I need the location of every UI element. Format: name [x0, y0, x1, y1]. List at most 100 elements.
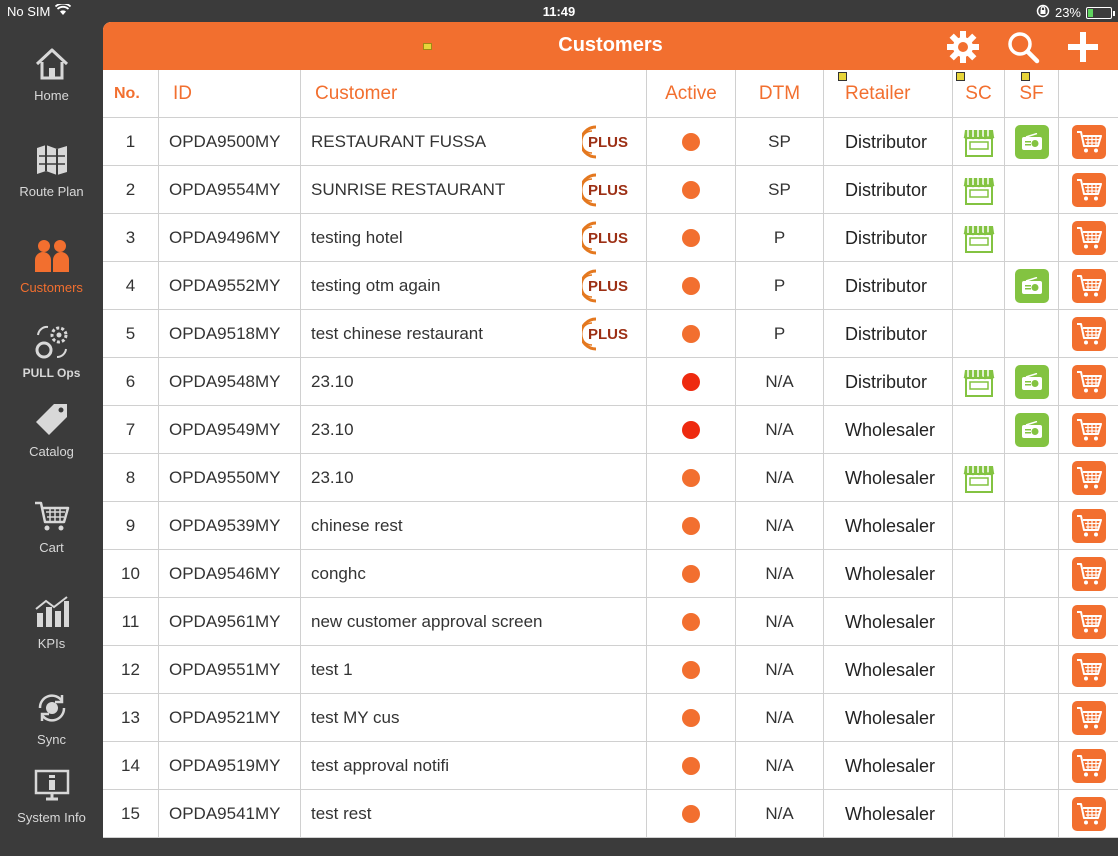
table-row[interactable]: 8 OPDA9550MY 23.10 N/A Wholesaler	[103, 454, 1118, 502]
cell-id: OPDA9521MY	[159, 694, 301, 742]
cell-sf[interactable]	[1005, 358, 1059, 406]
svg-text:PLUS: PLUS	[588, 326, 628, 343]
table-row[interactable]: 1 OPDA9500MY RESTAURANT FUSSA PLUS SP Distrib…	[103, 118, 1118, 166]
cell-sc[interactable]	[953, 166, 1005, 214]
add-to-cart-button[interactable]	[1071, 557, 1106, 591]
cell-id: OPDA9561MY	[159, 598, 301, 646]
column-header-id[interactable]: ID	[159, 70, 301, 118]
sf-button[interactable]	[1014, 269, 1049, 303]
sidebar-item-sync[interactable]: Sync	[0, 688, 103, 778]
sf-button[interactable]	[1014, 413, 1049, 447]
sf-button[interactable]	[1014, 125, 1049, 159]
table-row[interactable]: 13 OPDA9521MY test MY cus N/A Wholesaler	[103, 694, 1118, 742]
cell-id: OPDA9546MY	[159, 550, 301, 598]
cell-sf	[1005, 550, 1059, 598]
add-to-cart-button[interactable]	[1071, 125, 1106, 159]
status-time: 11:49	[542, 4, 576, 19]
add-to-cart-button[interactable]	[1071, 365, 1106, 399]
map-icon	[32, 140, 72, 180]
customer-name: test approval notifi	[311, 756, 449, 775]
sf-button[interactable]	[1014, 365, 1049, 399]
sidebar-item-cart[interactable]: Cart	[0, 496, 103, 586]
radio-icon	[1021, 421, 1042, 438]
cell-retailer: Wholesaler	[824, 790, 953, 838]
column-header-sc[interactable]: SC	[953, 70, 1005, 118]
add-to-cart-icon	[1076, 755, 1102, 777]
cell-cart	[1059, 502, 1118, 550]
add-to-cart-icon	[1076, 563, 1102, 585]
cell-no: 4	[103, 262, 159, 310]
add-to-cart-button[interactable]	[1071, 605, 1106, 639]
cell-sf[interactable]	[1005, 406, 1059, 454]
kpi-chart-icon	[32, 592, 72, 632]
sidebar-item-kpis[interactable]: KPIs	[0, 592, 103, 682]
add-to-cart-button[interactable]	[1071, 461, 1106, 495]
customer-name: testing otm again	[311, 276, 441, 295]
add-to-cart-icon	[1076, 659, 1102, 681]
column-header-sf[interactable]: SF	[1005, 70, 1059, 118]
add-to-cart-button[interactable]	[1071, 269, 1106, 303]
column-header-no[interactable]: No.	[103, 70, 159, 118]
cell-sc[interactable]	[953, 214, 1005, 262]
add-to-cart-button[interactable]	[1071, 701, 1106, 735]
cell-id: OPDA9518MY	[159, 310, 301, 358]
table-row[interactable]: 6 OPDA9548MY 23.10 N/A Distributor	[103, 358, 1118, 406]
cell-sf	[1005, 502, 1059, 550]
sidebar-item-customers[interactable]: Customers	[0, 236, 103, 326]
cell-customer: test MY cus	[301, 694, 647, 742]
cell-sc	[953, 694, 1005, 742]
table-row[interactable]: 7 OPDA9549MY 23.10 N/A Wholesaler	[103, 406, 1118, 454]
table-row[interactable]: 10 OPDA9546MY conghc N/A Wholesaler	[103, 550, 1118, 598]
cell-customer: 23.10	[301, 454, 647, 502]
sidebar-item-label: Route Plan	[19, 184, 84, 199]
add-to-cart-button[interactable]	[1071, 509, 1106, 543]
settings-button[interactable]	[945, 29, 981, 65]
column-header-retailer[interactable]: Retailer	[824, 70, 953, 118]
add-to-cart-button[interactable]	[1071, 317, 1106, 351]
add-to-cart-icon	[1076, 707, 1102, 729]
table-row[interactable]: 15 OPDA9541MY test rest N/A Wholesaler	[103, 790, 1118, 838]
cell-sf	[1005, 166, 1059, 214]
status-dot	[682, 469, 700, 487]
sidebar-item-pull-ops[interactable]: PULL Ops	[0, 322, 103, 412]
cell-dtm: N/A	[736, 550, 824, 598]
cell-customer: new customer approval screen	[301, 598, 647, 646]
add-to-cart-button[interactable]	[1071, 653, 1106, 687]
add-to-cart-icon	[1076, 227, 1102, 249]
cell-sf[interactable]	[1005, 262, 1059, 310]
column-header-active[interactable]: Active	[647, 70, 736, 118]
add-to-cart-button[interactable]	[1071, 221, 1106, 255]
table-row[interactable]: 3 OPDA9496MY testing hotel PLUS P Distributor	[103, 214, 1118, 262]
cell-no: 13	[103, 694, 159, 742]
add-to-cart-button[interactable]	[1071, 173, 1106, 207]
cell-sc[interactable]	[953, 454, 1005, 502]
sidebar-item-home[interactable]: Home	[0, 44, 103, 134]
column-header-customer[interactable]: Customer	[301, 70, 647, 118]
cell-cart	[1059, 310, 1118, 358]
table-row[interactable]: 9 OPDA9539MY chinese rest N/A Wholesaler	[103, 502, 1118, 550]
cell-sc[interactable]	[953, 118, 1005, 166]
sidebar-item-route-plan[interactable]: Route Plan	[0, 140, 103, 230]
table-row[interactable]: 2 OPDA9554MY SUNRISE RESTAURANT PLUS SP Distr…	[103, 166, 1118, 214]
plus-badge-icon: PLUS	[582, 269, 628, 303]
table-row[interactable]: 14 OPDA9519MY test approval notifi N/A Whole…	[103, 742, 1118, 790]
table-row[interactable]: 12 OPDA9551MY test 1 N/A Wholesaler	[103, 646, 1118, 694]
table-row[interactable]: 5 OPDA9518MY test chinese restaurant PLUS P D…	[103, 310, 1118, 358]
cell-no: 9	[103, 502, 159, 550]
cell-active	[647, 550, 736, 598]
sidebar-item-catalog[interactable]: Catalog	[0, 400, 103, 490]
table-row[interactable]: 11 OPDA9561MY new customer approval screen…	[103, 598, 1118, 646]
sidebar-item-system-info[interactable]: System Info	[0, 766, 103, 856]
add-to-cart-button[interactable]	[1071, 797, 1106, 831]
status-bar: No SIM 11:49 23%	[0, 0, 1118, 22]
cell-sc[interactable]	[953, 358, 1005, 406]
table-row[interactable]: 4 OPDA9552MY testing otm again PLUS P Distrib…	[103, 262, 1118, 310]
add-to-cart-button[interactable]	[1071, 749, 1106, 783]
gear-icon	[947, 31, 979, 63]
cell-sf[interactable]	[1005, 118, 1059, 166]
add-to-cart-button[interactable]	[1071, 413, 1106, 447]
cell-customer: conghc	[301, 550, 647, 598]
search-button[interactable]	[1005, 29, 1041, 65]
add-customer-button[interactable]	[1065, 29, 1101, 65]
column-header-dtm[interactable]: DTM	[736, 70, 824, 118]
